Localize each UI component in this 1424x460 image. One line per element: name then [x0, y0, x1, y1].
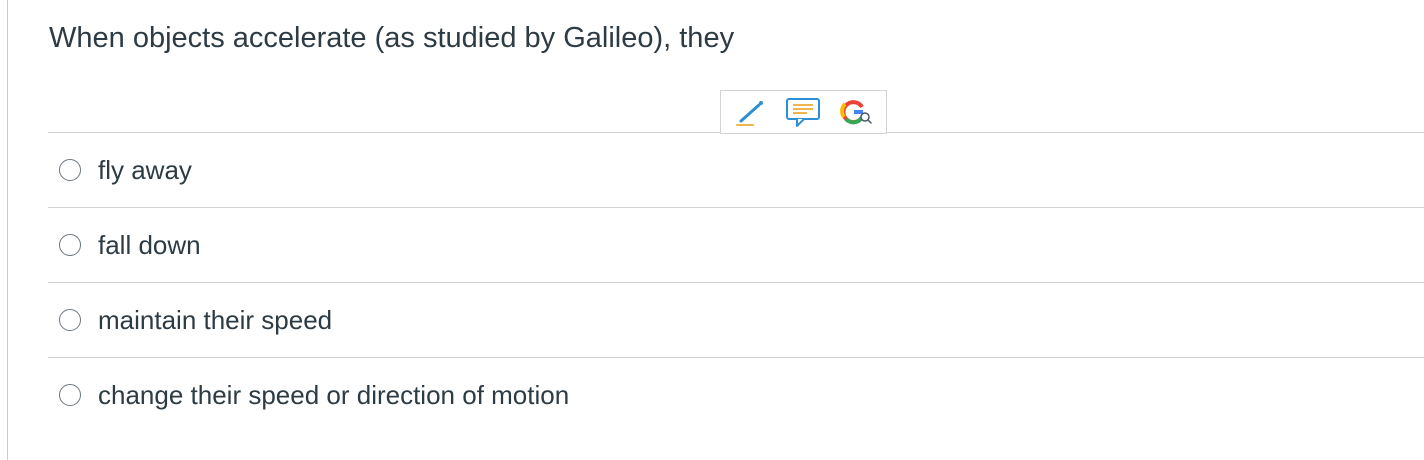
- answer-label: change their speed or direction of motio…: [98, 379, 570, 410]
- answer-option[interactable]: fly away: [48, 132, 1424, 207]
- radio-button[interactable]: [59, 309, 81, 331]
- answer-label: fly away: [98, 154, 192, 185]
- radio-button[interactable]: [59, 234, 81, 256]
- answer-list: fly away fall down maintain their speed …: [48, 132, 1424, 432]
- answer-option[interactable]: maintain their speed: [48, 282, 1424, 357]
- comment-button[interactable]: [781, 93, 825, 131]
- answer-label: fall down: [98, 229, 201, 260]
- pencil-icon: [736, 101, 764, 126]
- answer-label: maintain their speed: [98, 304, 333, 335]
- annotation-toolbar: [720, 90, 887, 134]
- content-left-border: [7, 0, 8, 460]
- radio-button[interactable]: [59, 159, 81, 181]
- google-search-icon: [839, 100, 872, 125]
- answer-option[interactable]: change their speed or direction of motio…: [48, 357, 1424, 432]
- answer-option[interactable]: fall down: [48, 207, 1424, 282]
- pencil-button[interactable]: [729, 93, 773, 131]
- comment-icon: [786, 98, 821, 127]
- question-text: When objects accelerate (as studied by G…: [49, 22, 735, 54]
- google-search-button[interactable]: [834, 93, 878, 131]
- radio-button[interactable]: [59, 384, 81, 406]
